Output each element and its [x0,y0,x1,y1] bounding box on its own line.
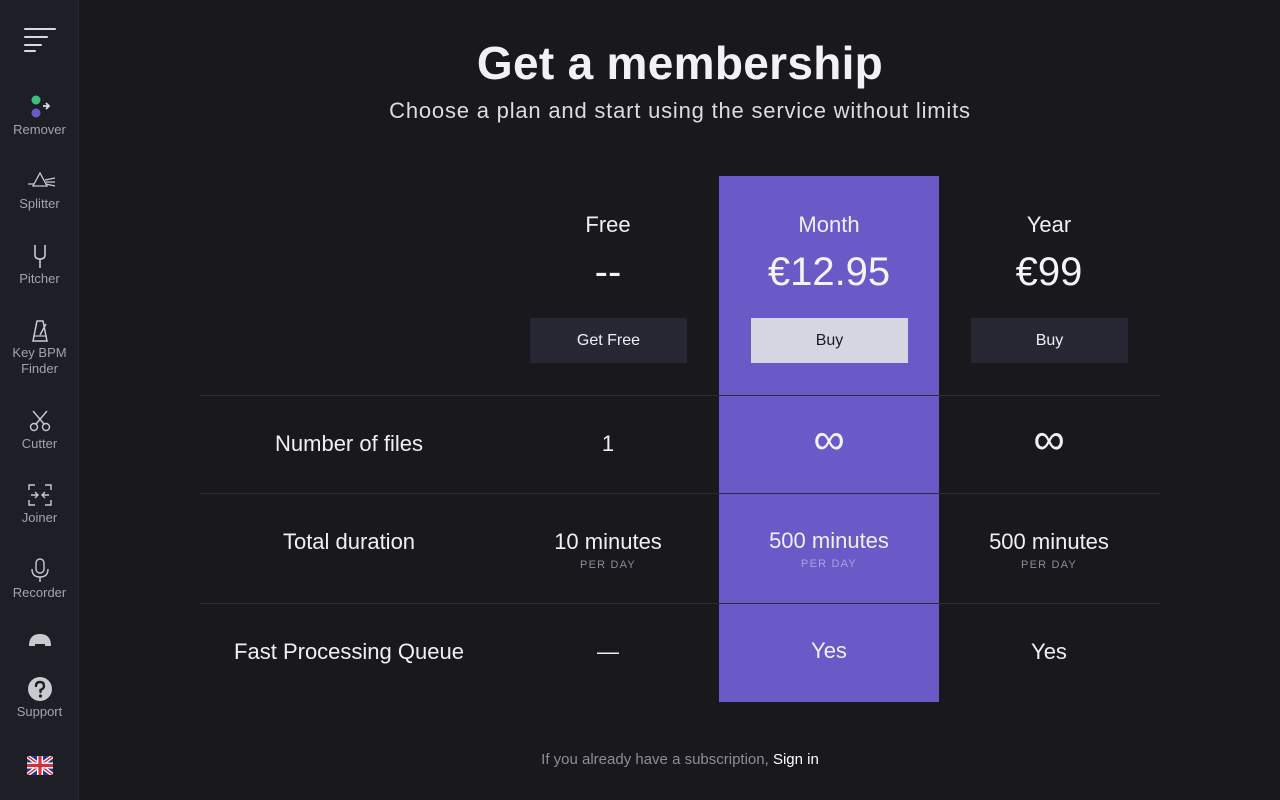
cell-unit: PER DAY [580,559,636,571]
sidebar-item-label: Joiner [21,510,58,525]
uk-flag-icon [24,756,56,776]
page-subtitle: Choose a plan and start using the servic… [389,98,971,123]
feature-label-files: Number of files [275,431,423,456]
sidebar-item-label: Cutter [21,436,58,451]
plan-price-free: -- [594,250,622,294]
sidebar-item-label: Remover [13,122,66,137]
sidebar-item-label: Recorder [12,585,67,600]
cell-queue-month: Yes [719,638,939,664]
infinity-value: ∞ [813,415,845,464]
cell-value: 1 [601,431,615,456]
joiner-icon [24,482,56,510]
cell-files-year: ∞ [939,418,1159,462]
cell-value: — [597,639,619,664]
page-title: Get a membership [476,37,884,89]
sign-in-link[interactable]: Sign in [773,751,819,768]
buy-month-button[interactable]: Buy [751,318,908,363]
plan-name-free: Free [585,212,631,237]
row-divider [200,493,1160,494]
cell-value: 500 minutes [989,529,1109,554]
language-selector[interactable] [0,756,79,776]
plan-name-month: Month [798,212,860,237]
sidebar-item-pitcher[interactable]: Pitcher [0,243,79,287]
sidebar-item-splitter[interactable]: Splitter [0,168,79,212]
sidebar-item-label: Splitter [19,196,60,211]
row-divider [200,603,1160,604]
question-icon [24,676,56,704]
feature-label-duration: Total duration [282,529,416,554]
feature-label-queue: Fast Processing Queue [234,639,464,664]
cell-unit: PER DAY [1021,559,1077,571]
cell-value: 10 minutes [554,529,662,554]
get-free-button[interactable]: Get Free [530,318,687,363]
sidebar-item-headphones[interactable] [0,632,79,646]
cell-value: 500 minutes [769,528,889,553]
cell-unit: PER DAY [801,558,857,570]
sidebar-item-cutter[interactable]: Cutter [0,408,79,452]
cell-duration-free: 10 minutes PER DAY [498,529,718,571]
metronome-icon [24,317,56,345]
sidebar-item-joiner[interactable]: Joiner [0,482,79,526]
sign-in-prompt: If you already have a subscription, Sign… [80,751,1280,768]
pricing-page: Get a membership Choose a plan and start… [80,0,1280,800]
row-divider [200,395,1160,396]
sidebar: Remover Splitter Pitcher Key BPM Finder [0,0,79,800]
headphones-icon [24,632,56,646]
plan-price-month: €12.95 [767,250,891,294]
buy-year-button[interactable]: Buy [971,318,1128,363]
cell-files-free: 1 [498,431,718,457]
sidebar-item-support[interactable]: Support [0,676,79,720]
microphone-icon [24,557,56,585]
cell-value: Yes [811,638,847,663]
sidebar-item-label: Support [16,704,63,719]
sidebar-item-remover[interactable]: Remover [0,94,79,138]
sidebar-item-key-bpm-finder[interactable]: Key BPM Finder [0,317,79,377]
infinity-value: ∞ [1033,415,1065,464]
plan-price-year: €99 [1015,250,1083,294]
plan-name-year: Year [1026,212,1072,237]
cell-duration-year: 500 minutes PER DAY [939,529,1159,571]
splitter-icon [24,168,56,196]
cell-duration-month: 500 minutes PER DAY [719,528,939,570]
menu-icon[interactable] [24,28,56,52]
cell-files-month: ∞ [719,418,939,462]
remover-icon [24,94,56,122]
sidebar-item-recorder[interactable]: Recorder [0,557,79,601]
cell-queue-year: Yes [939,639,1159,665]
sidebar-item-label: Key BPM Finder [12,345,67,376]
cell-queue-free: — [498,639,718,665]
footer-text: If you already have a subscription, [541,751,769,768]
tuning-fork-icon [24,243,56,271]
cell-value: Yes [1031,639,1067,664]
sidebar-item-label: Pitcher [19,271,60,286]
scissors-icon [24,408,56,436]
